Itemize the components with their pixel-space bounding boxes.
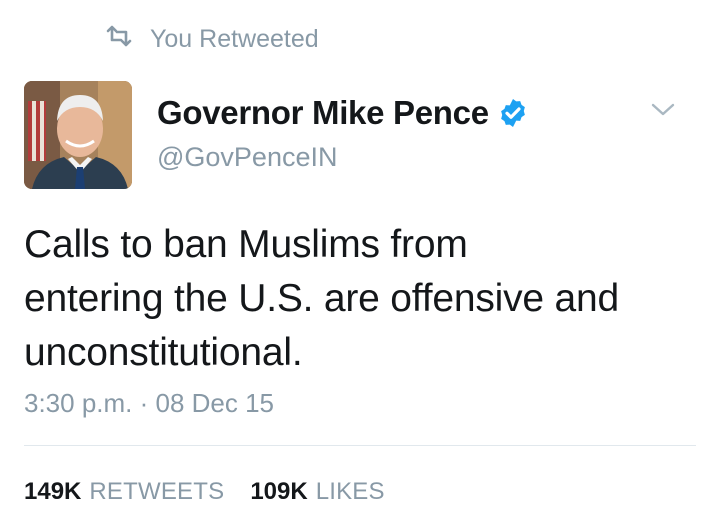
tweet-text-line: unconstitutional. [24,331,303,374]
likes-count: 109K [250,478,308,505]
tweet-text-line: entering the U.S. are offensive and [24,277,620,320]
tweet-text: Calls to ban Muslims from entering the U… [24,218,684,380]
likes-label: LIKES [315,478,385,505]
tweet-stats: 149K RETWEETS 109K LIKES [24,478,385,506]
retweet-icon [104,24,134,54]
tweet-timestamp[interactable]: 3:30 p.m. · 08 Dec 15 [24,388,274,419]
author-display-name[interactable]: Governor Mike Pence [157,94,489,132]
retweets-stat[interactable]: 149K RETWEETS [24,478,224,506]
retweets-count: 149K [24,478,82,505]
retweet-context-label: You Retweeted [150,25,319,53]
retweet-context: You Retweeted [104,24,319,54]
verified-badge-icon [497,97,529,129]
author-handle[interactable]: @GovPenceIN [157,142,337,173]
chevron-down-icon[interactable] [650,100,676,120]
likes-stat[interactable]: 109K LIKES [250,478,384,506]
author-name-row[interactable]: Governor Mike Pence [157,94,529,132]
avatar[interactable] [24,81,132,189]
divider [24,445,696,446]
tweet-text-line: Calls to ban Muslims from [24,223,468,266]
retweets-label: RETWEETS [89,478,225,505]
